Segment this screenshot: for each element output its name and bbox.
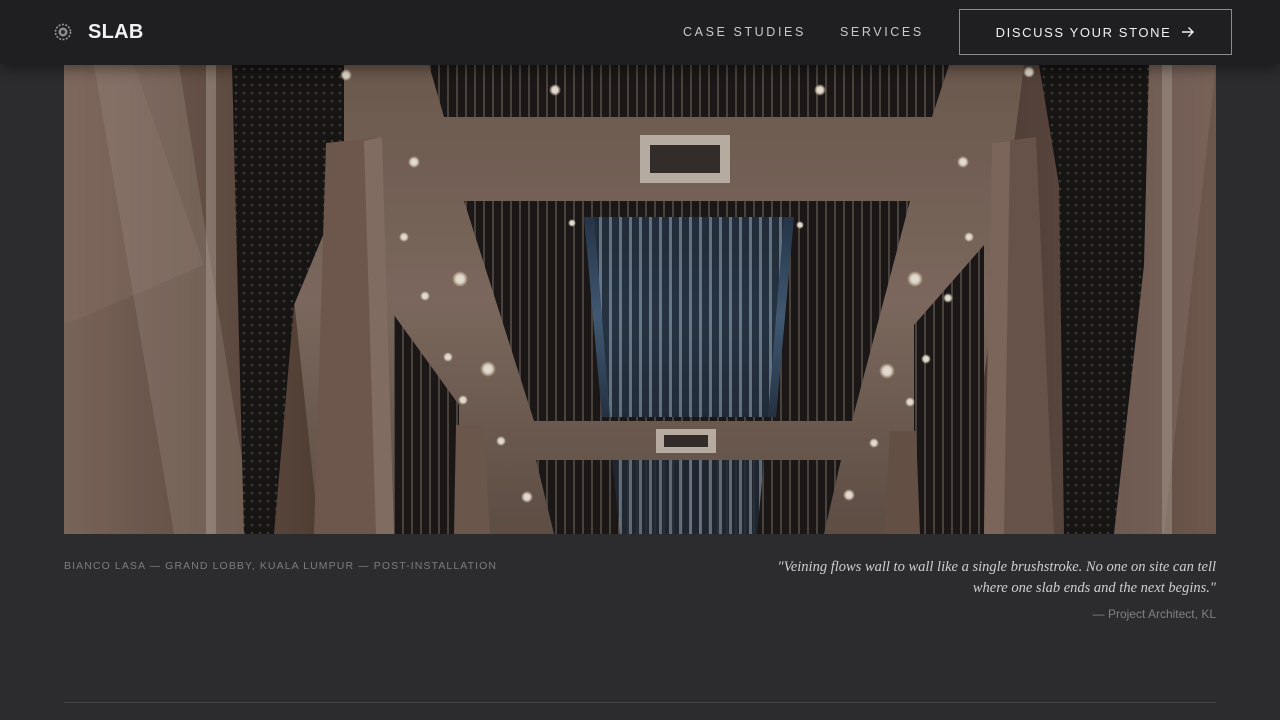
image-caption: BIANCO LASA — GRAND LOBBY, KUALA LUMPUR … xyxy=(64,560,498,572)
brand-logo-link[interactable]: SLAB xyxy=(52,19,144,45)
testimonial-quote: "Veining flows wall to wall like a singl… xyxy=(776,557,1216,599)
sunburst-seal-icon xyxy=(54,23,72,41)
testimonial-author: — Project Architect, KL xyxy=(1092,607,1216,621)
quote-line-1: "Veining flows wall to wall like a singl… xyxy=(777,559,1216,575)
arrow-right-icon xyxy=(1182,27,1195,37)
hero-image xyxy=(64,65,1216,534)
brand-name: SLAB xyxy=(88,21,144,43)
discuss-your-stone-button[interactable]: DISCUSS YOUR STONE xyxy=(959,9,1232,55)
top-navigation: SLAB CASE STUDIES SERVICES DISCUSS YOUR … xyxy=(0,0,1280,64)
nav-link-case-studies[interactable]: CASE STUDIES xyxy=(683,24,806,40)
nav-link-services[interactable]: SERVICES xyxy=(840,24,924,40)
cta-label: DISCUSS YOUR STONE xyxy=(995,24,1172,40)
section-divider xyxy=(64,702,1216,703)
quote-line-2: where one slab ends and the next begins.… xyxy=(972,580,1216,596)
